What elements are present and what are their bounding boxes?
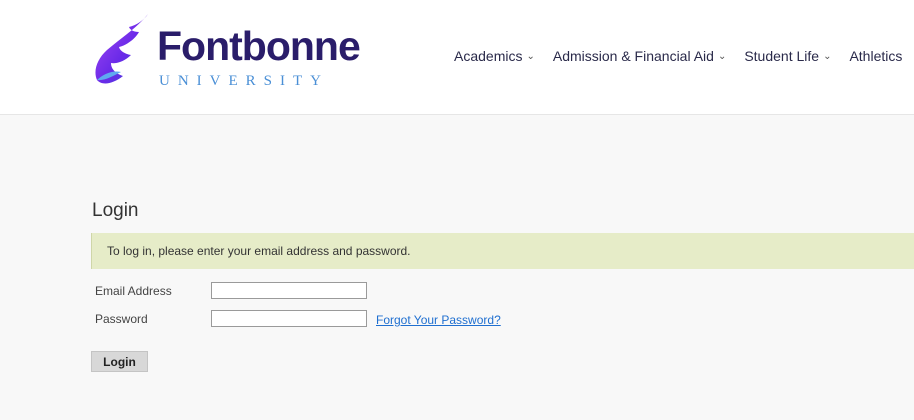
email-field[interactable] [211,282,367,299]
nav-item-academics[interactable]: Academics ⌄ [454,48,535,64]
nav-item-athletics[interactable]: Athletics [849,48,902,64]
main-nav: Academics ⌄ Admission & Financial Aid ⌄ … [454,48,914,64]
chevron-down-icon: ⌄ [823,50,832,62]
chevron-down-icon: ⌄ [526,50,535,62]
nav-item-label: Athletics [849,48,903,64]
login-instructions-notice: To log in, please enter your email addre… [91,233,914,269]
page-title: Login [92,200,139,221]
login-button[interactable]: Login [91,351,148,372]
password-label: Password [95,312,148,326]
site-header: Fontbonne UNIVERSITY Academics ⌄ Admissi… [0,0,914,115]
nav-item-label: Student Life [744,48,820,64]
nav-item-label: Admission & Financial Aid [552,48,714,64]
notice-text: To log in, please enter your email addre… [107,244,411,258]
fontbonne-wing-logo-icon[interactable] [93,14,155,86]
forgot-password-link[interactable]: Forgot Your Password? [376,313,501,327]
nav-item-admission-financial-aid[interactable]: Admission & Financial Aid ⌄ [553,48,726,64]
chevron-down-icon: ⌄ [717,50,727,62]
logo-wordmark[interactable]: Fontbonne [157,26,361,67]
nav-item-label: Academics [454,48,523,64]
password-field[interactable] [211,310,367,327]
nav-item-student-life[interactable]: Student Life ⌄ [744,48,831,64]
logo-subtitle: UNIVERSITY [159,73,329,89]
email-label: Email Address [95,284,172,298]
